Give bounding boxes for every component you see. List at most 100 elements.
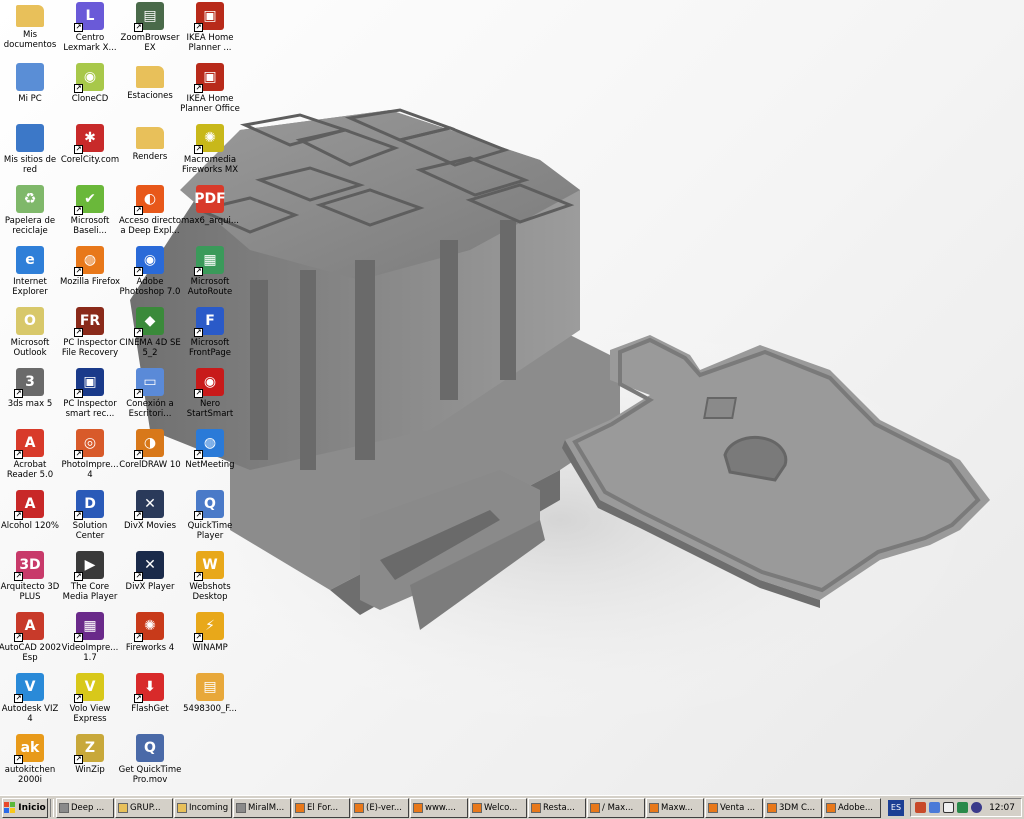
desktop-icon-internet-explorer[interactable]: e Internet Explorer — [0, 244, 60, 304]
taskbar-button[interactable]: (E)-ver... — [351, 797, 409, 818]
desktop-icon-microsoft-baseline[interactable]: ✔ ↗ Microsoft Baseli... — [60, 183, 120, 243]
desktop-icon-renders[interactable]: Renders — [120, 122, 180, 182]
desktop-icon-acceso-deep[interactable]: ◐ ↗ Acceso directo a Deep Expl... — [119, 183, 181, 243]
firefox-icon — [826, 802, 836, 813]
icon-glyph: ▤ — [143, 8, 157, 24]
desktop-icon-divx-player[interactable]: ✕ ↗ DivX Player — [120, 549, 180, 609]
taskbar-button[interactable]: Maxw... — [646, 797, 704, 818]
language-indicator[interactable]: ES — [888, 799, 904, 816]
desktop-icon-mozilla-firefox[interactable]: ◍ ↗ Mozilla Firefox — [60, 244, 120, 304]
desktop-icon-autodesk-viz[interactable]: V ↗ Autodesk VIZ 4 — [0, 671, 60, 731]
desktop-icon-label: Volo View Express — [69, 704, 111, 724]
tray-antivirus-icon[interactable] — [957, 802, 968, 813]
icon-glyph: FR — [79, 313, 101, 329]
shortcut-arrow-icon: ↗ — [14, 755, 23, 764]
desktop-icon-quicktime-player[interactable]: Q ↗ QuickTime Player — [180, 488, 240, 548]
desktop-icon-corelcity[interactable]: ✱ ↗ CorelCity.com — [60, 122, 120, 182]
desktop-icon-estaciones[interactable]: Estaciones — [120, 61, 180, 121]
desktop-icon-frontpage[interactable]: F ↗ Microsoft FrontPage — [180, 305, 240, 365]
desktop-icon-fireworks-mx[interactable]: ✺ ↗ Macromedia Fireworks MX — [180, 122, 240, 182]
desktop-icon-flashget[interactable]: ⬇ ↗ FlashGet — [120, 671, 180, 731]
window-icon — [236, 802, 246, 813]
desktop-icon-winzip[interactable]: Z ↗ WinZip — [60, 732, 120, 792]
icon-glyph: ✺ — [204, 130, 216, 146]
tray-panda-icon[interactable] — [943, 802, 954, 813]
taskbar-button[interactable]: 3DM C... — [764, 797, 822, 818]
taskbar-button[interactable]: Welco... — [469, 797, 527, 818]
clock[interactable]: 12:07 — [989, 803, 1015, 813]
desktop-icon-autoroute[interactable]: ▦ ↗ Microsoft AutoRoute — [180, 244, 240, 304]
firefox-icon — [354, 802, 364, 813]
computer-icon — [16, 63, 44, 91]
taskbar-button[interactable]: Deep ... — [56, 797, 114, 818]
icon-glyph: ⚡ — [205, 618, 215, 634]
desktop-icon-max6-arqui[interactable]: PDF max6_arqui... — [180, 183, 240, 243]
tray-volume-icon[interactable] — [971, 802, 982, 813]
desktop-icon-zoombrowser[interactable]: ▤ ↗ ZoomBrowser EX — [120, 0, 180, 60]
desktop-icon-label: 5498300_F... — [183, 704, 237, 714]
desktop-icon-arquitecto-3d[interactable]: 3D ↗ Arquitecto 3D PLUS — [0, 549, 60, 609]
icon-glyph: A — [24, 618, 36, 634]
firefox-icon: ◍ ↗ — [74, 246, 104, 276]
taskbar-button[interactable]: www.... — [410, 797, 468, 818]
shortcut-arrow-icon: ↗ — [194, 633, 203, 642]
taskbar-button[interactable]: MiralM... — [233, 797, 291, 818]
shortcut-arrow-icon: ↗ — [134, 450, 143, 459]
divx-movies-icon: ✕ ↗ — [134, 490, 164, 520]
desktop-icon-acrobat-reader[interactable]: A ↗ Acrobat Reader 5.0 — [0, 427, 60, 487]
desktop-icon-ikea-home-planner[interactable]: ▣ ↗ IKEA Home Planner ... — [180, 0, 240, 60]
shortcut-arrow-icon: ↗ — [134, 206, 143, 215]
icon-glyph: ✺ — [144, 618, 156, 634]
taskbar-button[interactable]: Resta... — [528, 797, 586, 818]
desktop-icon-mi-pc[interactable]: Mi PC — [0, 61, 60, 121]
desktop-icon-mis-documentos[interactable]: Mis documentos — [0, 0, 60, 60]
winamp-icon: ⚡ ↗ — [194, 612, 224, 642]
desktop-icon-autocad-2002[interactable]: A ↗ AutoCAD 2002 Esp — [0, 610, 61, 670]
desktop-icon-divx-movies[interactable]: ✕ ↗ DivX Movies — [120, 488, 180, 548]
taskbar-button[interactable]: Incoming — [174, 797, 232, 818]
desktop-icon-photoimpression[interactable]: ◎ ↗ PhotoImpre... 4 — [60, 427, 120, 487]
taskbar-button-label: Resta... — [543, 802, 575, 813]
desktop-icon-label: ZoomBrowser EX — [120, 33, 180, 53]
tray-app-icon[interactable] — [915, 802, 926, 813]
start-button[interactable]: Inicio — [2, 797, 48, 818]
desktop-icon-ikea-home-planner-office[interactable]: ▣ ↗ IKEA Home Planner Office — [180, 61, 240, 121]
desktop-icon-centro-lexmark[interactable]: L ↗ Centro Lexmark X... — [60, 0, 120, 60]
ikea-home-planner-icon: ▣ ↗ — [194, 2, 224, 32]
desktop-icon-pc-inspector-recovery[interactable]: FR ↗ PC Inspector File Recovery — [60, 305, 120, 365]
desktop-icon-file-5498300[interactable]: ▤ 5498300_F... — [180, 671, 240, 731]
desktop-icon-papelera[interactable]: ♻ Papelera de reciclaje — [0, 183, 60, 243]
desktop-icon-winamp[interactable]: ⚡ ↗ WINAMP — [180, 610, 240, 670]
desktop-icon-photoshop[interactable]: ◉ ↗ Adobe Photoshop 7.0 — [120, 244, 180, 304]
desktop-icon-videoimpression[interactable]: ▦ ↗ VideoImpre... 1.7 — [60, 610, 120, 670]
autocad-icon: A ↗ — [14, 612, 44, 642]
desktop-icon-label: IKEA Home Planner ... — [186, 33, 234, 53]
desktop-icon-3ds-max-5[interactable]: 3 ↗ 3ds max 5 — [0, 366, 60, 426]
icon-glyph: ◍ — [83, 252, 97, 268]
desktop-icon-solution-center[interactable]: D ↗ Solution Center — [60, 488, 120, 548]
taskbar-button[interactable]: Adobe... — [823, 797, 881, 818]
desktop-icon-label: Solution Center — [72, 521, 108, 541]
desktop-icon-microsoft-outlook[interactable]: O Microsoft Outlook — [0, 305, 60, 365]
desktop-icon-fireworks-4[interactable]: ✺ ↗ Fireworks 4 — [120, 610, 180, 670]
desktop-icon-autokitchen[interactable]: ak ↗ autokitchen 2000i — [0, 732, 60, 792]
tray-network-icon[interactable] — [929, 802, 940, 813]
desktop-icon-volo-view[interactable]: V ↗ Volo View Express — [60, 671, 120, 731]
desktop-icon-coreldraw[interactable]: ◑ ↗ CorelDRAW 10 — [119, 427, 181, 487]
desktop-icon-clonecd[interactable]: ◉ ↗ CloneCD — [60, 61, 120, 121]
desktop-icon-netmeeting[interactable]: ◍ ↗ NetMeeting — [180, 427, 240, 487]
desktop-icon-core-media-player[interactable]: ▶ ↗ The Core Media Player — [60, 549, 120, 609]
desktop-icon-quicktime-get[interactable]: Q Get QuickTime Pro.mov — [119, 732, 181, 792]
taskbar-button[interactable]: Venta ... — [705, 797, 763, 818]
desktop-icon-conexion-escritorio[interactable]: ▭ ↗ Conexión a Escritori... — [120, 366, 180, 426]
desktop-icon-pc-inspector-smart[interactable]: ▣ ↗ PC Inspector smart rec... — [60, 366, 120, 426]
desktop-icon-nero[interactable]: ◉ ↗ Nero StartSmart — [180, 366, 240, 426]
taskbar-button[interactable]: GRUP... — [115, 797, 173, 818]
desktop-icon-mis-sitios-de-red[interactable]: Mis sitios de red — [0, 122, 60, 182]
desktop-icon-cinema4d[interactable]: ◆ ↗ CINEMA 4D SE 5_2 — [119, 305, 181, 365]
desktop-icon-alcohol-120[interactable]: A ↗ Alcohol 120% — [0, 488, 60, 548]
desktop-icon-webshots[interactable]: W ↗ Webshots Desktop — [180, 549, 240, 609]
taskbar-button[interactable]: El For... — [292, 797, 350, 818]
taskbar-button[interactable]: / Max... — [587, 797, 645, 818]
photoimpression-icon: ◎ ↗ — [74, 429, 104, 459]
